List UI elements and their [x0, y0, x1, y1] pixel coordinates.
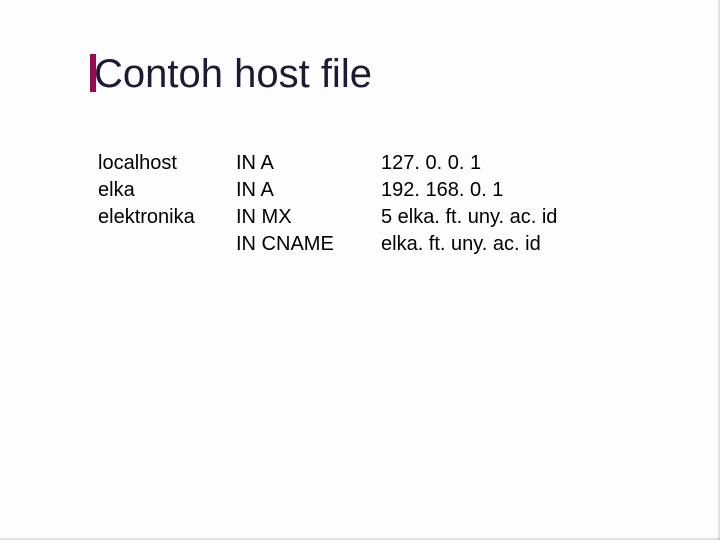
record-cell: IN MX	[236, 204, 381, 231]
host-cell: elektronika	[98, 204, 236, 231]
record-cell: IN A	[236, 177, 381, 204]
slide: Contoh host file localhost elka elektron…	[0, 0, 720, 540]
value-cell: 127. 0. 0. 1	[381, 150, 557, 177]
title-block: Contoh host file	[90, 54, 372, 94]
column-value: 127. 0. 0. 1 192. 168. 0. 1 5 elka. ft. …	[381, 150, 557, 258]
slide-title: Contoh host file	[94, 54, 372, 94]
host-file-table: localhost elka elektronika IN A IN A IN …	[98, 150, 557, 258]
host-cell: elka	[98, 177, 236, 204]
value-cell: elka. ft. uny. ac. id	[381, 231, 557, 258]
column-record: IN A IN A IN MX IN CNAME	[236, 150, 381, 258]
value-cell: 5 elka. ft. uny. ac. id	[381, 204, 557, 231]
column-host: localhost elka elektronika	[98, 150, 236, 258]
value-cell: 192. 168. 0. 1	[381, 177, 557, 204]
record-cell: IN CNAME	[236, 231, 381, 258]
record-cell: IN A	[236, 150, 381, 177]
host-cell: localhost	[98, 150, 236, 177]
